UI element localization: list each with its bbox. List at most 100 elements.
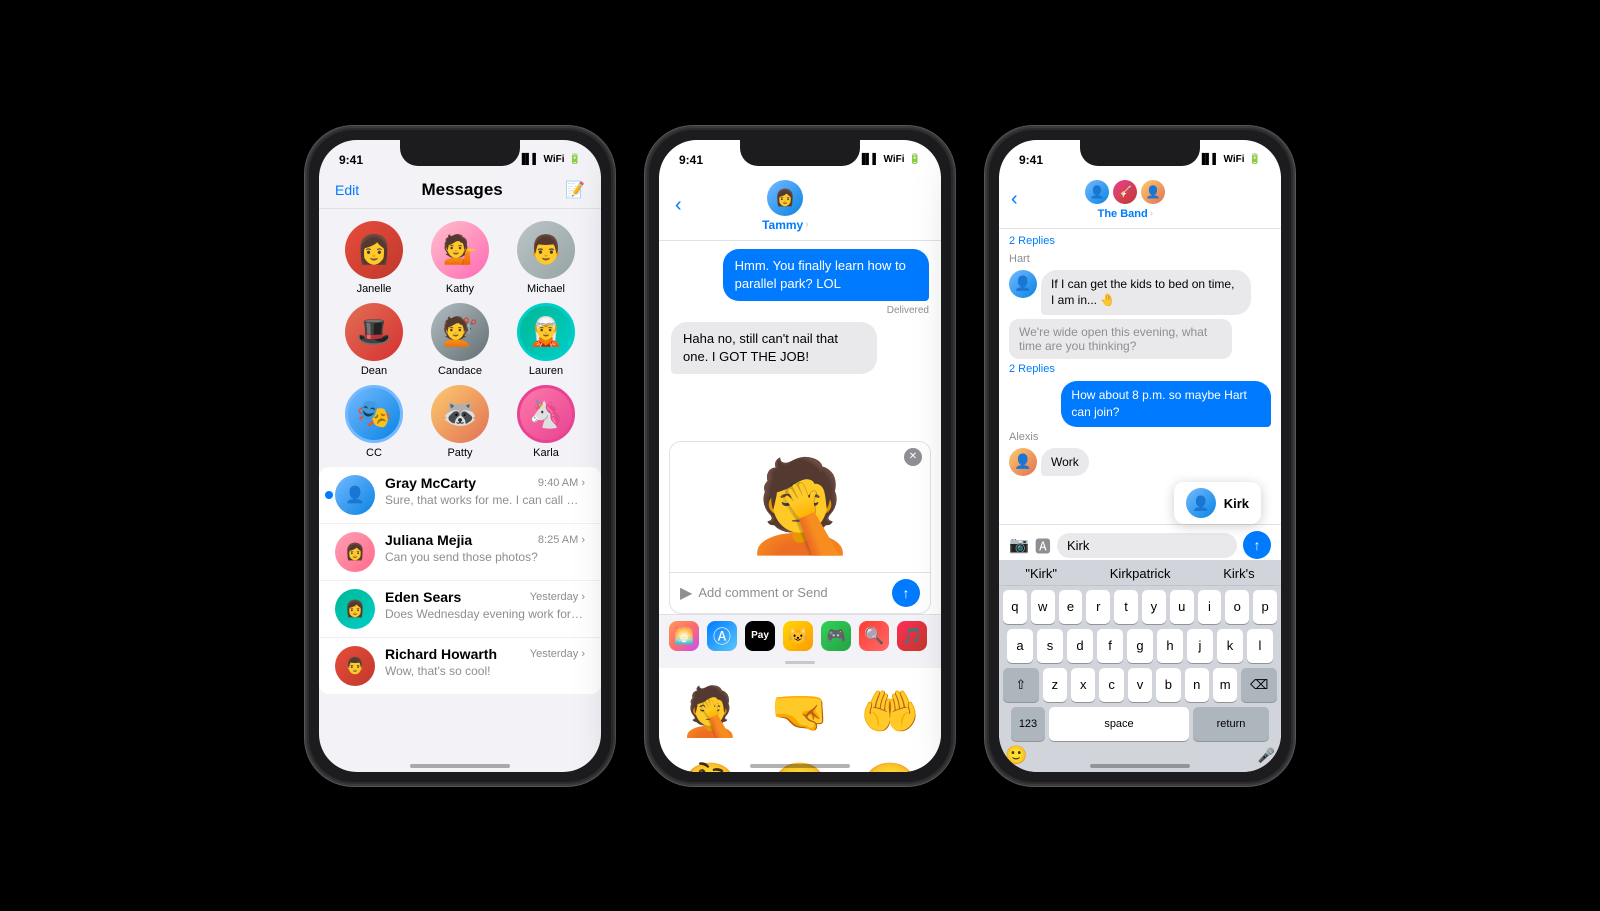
apps-icon-3[interactable]: 🅰	[1035, 533, 1051, 557]
autocorrect-1[interactable]: "Kirk"	[1025, 566, 1057, 581]
key-u[interactable]: u	[1170, 590, 1194, 624]
contact-patty[interactable]: 🦝 Patty	[421, 385, 499, 459]
key-p[interactable]: p	[1253, 590, 1277, 624]
back-button[interactable]: ‹	[675, 194, 682, 217]
sticker-6[interactable]: 🤭	[847, 752, 933, 772]
appstore-icon[interactable]: Ⓐ	[707, 621, 737, 651]
compose-input-3[interactable]: Kirk	[1057, 533, 1237, 558]
sticker-4[interactable]: 🤔	[667, 752, 753, 772]
contact-dean[interactable]: 🎩 Dean	[335, 303, 413, 377]
apps-toolbar: 🌅 Ⓐ Pay 😺 🎮 🔍 🎵	[659, 614, 941, 657]
key-h[interactable]: h	[1157, 629, 1183, 663]
contact-cc[interactable]: 🎭 CC	[335, 385, 413, 459]
time-1: 9:41	[339, 153, 363, 167]
key-q[interactable]: q	[1003, 590, 1027, 624]
key-numbers[interactable]: 123	[1011, 707, 1045, 741]
key-s[interactable]: s	[1037, 629, 1063, 663]
key-e[interactable]: e	[1059, 590, 1083, 624]
memoji-app-icon[interactable]: 😺	[783, 621, 813, 651]
key-f[interactable]: f	[1097, 629, 1123, 663]
key-x[interactable]: x	[1071, 668, 1095, 702]
sticker-5[interactable]: 🤫	[757, 752, 843, 772]
contact-janelle[interactable]: 👩 Janelle	[335, 221, 413, 295]
sticker-1[interactable]: 🤦	[667, 676, 753, 748]
key-l[interactable]: l	[1247, 629, 1273, 663]
search-app-icon[interactable]: 🔍	[859, 621, 889, 651]
message-time: Yesterday ›	[530, 648, 585, 660]
key-k[interactable]: k	[1217, 629, 1243, 663]
key-space[interactable]: space	[1049, 707, 1189, 741]
camera-button[interactable]: ▶	[680, 583, 692, 603]
key-i[interactable]: i	[1198, 590, 1222, 624]
stickers-icon[interactable]: 🎮	[821, 621, 851, 651]
send-button-3[interactable]: ↑	[1243, 531, 1271, 559]
chat-messages-2: Hmm. You finally learn how to parallel p…	[659, 241, 941, 441]
group-avatars[interactable]: 👤 🎸 👤 The Band ›	[1085, 180, 1165, 220]
key-t[interactable]: t	[1114, 590, 1138, 624]
autocorrect-2[interactable]: Kirkpatrick	[1110, 566, 1171, 581]
key-return[interactable]: return	[1193, 707, 1269, 741]
photos-app-icon[interactable]: 🌅	[669, 621, 699, 651]
key-z[interactable]: z	[1043, 668, 1067, 702]
key-v[interactable]: v	[1128, 668, 1152, 702]
key-delete[interactable]: ⌫	[1241, 668, 1277, 702]
key-y[interactable]: y	[1142, 590, 1166, 624]
contact-kathy[interactable]: 💁 Kathy	[421, 221, 499, 295]
key-a[interactable]: a	[1007, 629, 1033, 663]
send-button[interactable]: ↑	[892, 579, 920, 607]
contact-lauren[interactable]: 🧝 Lauren	[507, 303, 585, 377]
message-content: Juliana Mejia 8:25 AM › Can you send tho…	[385, 532, 585, 564]
camera-icon-3[interactable]: 📷	[1009, 535, 1029, 555]
group-avatar-1: 👤	[1085, 180, 1109, 204]
hart-bubble: If I can get the kids to bed on time, I …	[1041, 270, 1251, 316]
applepay-icon[interactable]: Pay	[745, 621, 775, 651]
kirk-mention-name: Kirk	[1224, 496, 1249, 511]
list-item[interactable]: 👩 Juliana Mejia 8:25 AM › Can you send t…	[319, 524, 601, 581]
emoji-key[interactable]: 🙂	[1005, 745, 1027, 766]
key-j[interactable]: j	[1187, 629, 1213, 663]
contact-karla[interactable]: 🦄 Karla	[507, 385, 585, 459]
compose-icon[interactable]: 📝	[565, 180, 585, 200]
key-w[interactable]: w	[1031, 590, 1055, 624]
messages-header: Edit Messages 📝	[319, 176, 601, 209]
list-item[interactable]: 👩 Eden Sears Yesterday › Does Wednesday …	[319, 581, 601, 638]
mention-dropdown[interactable]: 👤 Kirk	[1174, 482, 1261, 524]
key-d[interactable]: d	[1067, 629, 1093, 663]
key-n[interactable]: n	[1185, 668, 1209, 702]
key-b[interactable]: b	[1156, 668, 1180, 702]
edit-button[interactable]: Edit	[335, 182, 359, 198]
autocorrect-3[interactable]: Kirk's	[1223, 566, 1254, 581]
key-m[interactable]: m	[1213, 668, 1237, 702]
sticker-2[interactable]: 🤜	[757, 676, 843, 748]
music-icon[interactable]: 🎵	[897, 621, 927, 651]
microphone-key[interactable]: 🎤	[1258, 747, 1275, 764]
message-input[interactable]: Add comment or Send	[698, 585, 886, 600]
contact-michael[interactable]: 👨 Michael	[507, 221, 585, 295]
list-item[interactable]: 👤 Gray McCarty 9:40 AM › Sure, that work…	[319, 467, 601, 524]
list-item[interactable]: 👨 Richard Howarth Yesterday › Wow, that'…	[319, 638, 601, 694]
featured-contacts-grid: 👩 Janelle 💁 Kathy 👨 Michael 🎩 Dean 💇	[319, 209, 601, 467]
message-list: 👤 Gray McCarty 9:40 AM › Sure, that work…	[319, 467, 601, 694]
group-back-button[interactable]: ‹	[1011, 188, 1018, 211]
close-memoji-button[interactable]: ✕	[904, 448, 922, 466]
replies-label-2: 2 Replies	[1009, 363, 1271, 375]
message-content: Gray McCarty 9:40 AM › Sure, that works …	[385, 475, 585, 507]
group-avatar-2: 🎸	[1113, 180, 1137, 204]
bubble-text: Haha no, still can't nail that one. I GO…	[683, 331, 838, 364]
key-r[interactable]: r	[1086, 590, 1110, 624]
memoji-sticker-preview: 🤦	[744, 454, 856, 559]
battery-icon-2: 🔋	[909, 154, 921, 165]
group-chat-header: ‹ 👤 🎸 👤 The Band ›	[999, 176, 1281, 229]
key-shift[interactable]: ⇧	[1003, 668, 1039, 702]
contact-candace[interactable]: 💇 Candace	[421, 303, 499, 377]
message-time: 9:40 AM ›	[538, 477, 585, 489]
sticker-3[interactable]: 🤲	[847, 676, 933, 748]
key-o[interactable]: o	[1225, 590, 1249, 624]
key-g[interactable]: g	[1127, 629, 1153, 663]
chat-contact-info[interactable]: 👩 Tammy ›	[762, 180, 808, 232]
key-c[interactable]: c	[1099, 668, 1123, 702]
home-indicator-2	[750, 764, 850, 768]
phone-3-screen: 9:41 ▐▌▌ WiFi 🔋 ‹ 👤 🎸 👤 The Band	[999, 140, 1281, 772]
contact-name-lauren: Lauren	[529, 365, 563, 377]
key-row-2: a s d f g h j k l	[1003, 629, 1277, 663]
